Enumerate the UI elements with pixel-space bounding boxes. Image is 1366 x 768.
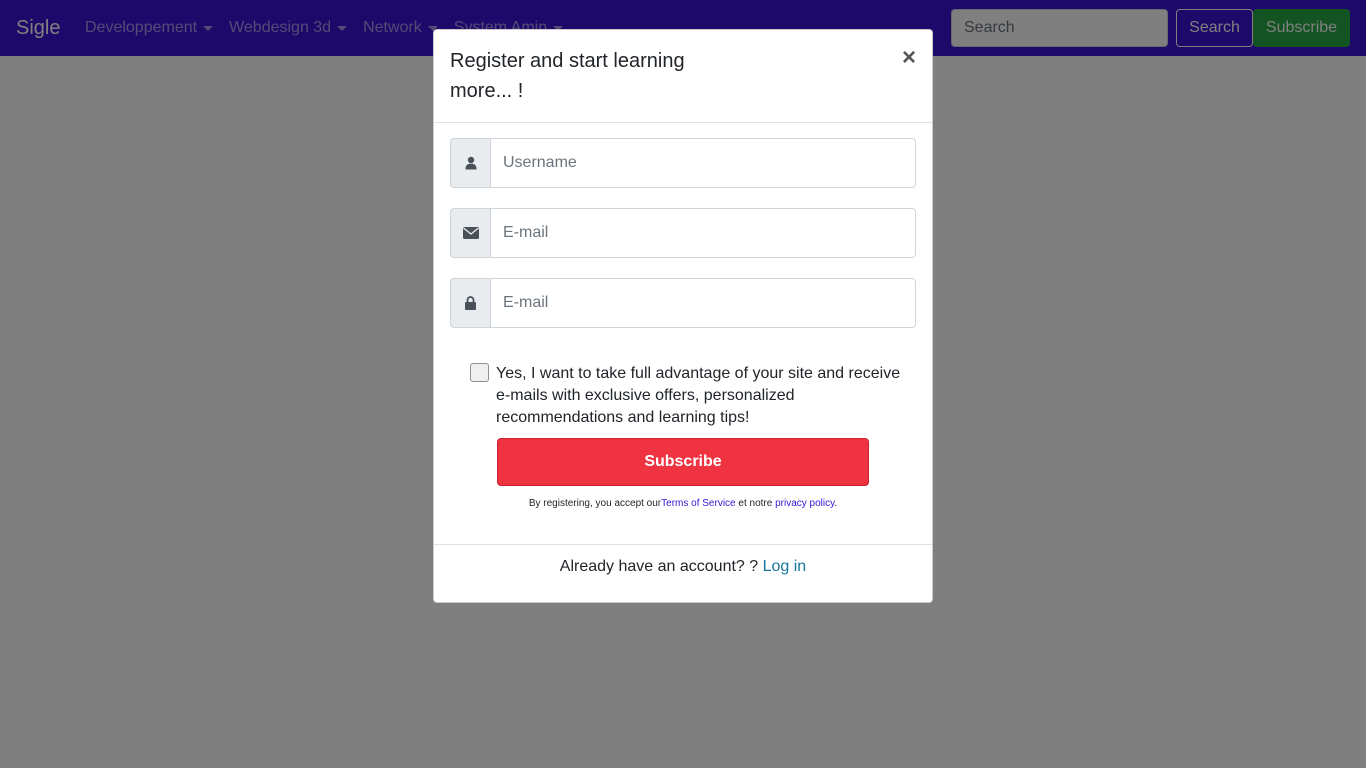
footer-text: Already have an account? ?: [559, 558, 763, 575]
terms-notice: By registering, you accept ourTerms of S…: [434, 498, 932, 510]
password-field[interactable]: [490, 278, 916, 328]
user-icon: [450, 138, 490, 188]
subscribe-button[interactable]: Subscribe: [497, 438, 869, 486]
modal-footer: Already have an account? ? Log in: [434, 544, 932, 602]
lock-icon: [450, 278, 490, 328]
login-link[interactable]: Log in: [763, 558, 807, 575]
consent-checkbox[interactable]: [470, 363, 489, 382]
terms-suffix: .: [834, 498, 838, 509]
envelope-icon: [450, 208, 490, 258]
username-group: [450, 138, 916, 188]
register-modal: Register and start learning more... ! × …: [433, 29, 933, 603]
close-button[interactable]: ×: [896, 44, 922, 72]
modal-title: Register and start learning more... !: [450, 50, 685, 102]
modal-header: Register and start learning more... ! ×: [434, 30, 932, 123]
privacy-policy-link[interactable]: privacy policy: [775, 498, 834, 509]
consent-label[interactable]: Yes, I want to take full advantage of yo…: [496, 363, 910, 429]
password-group: [450, 278, 916, 328]
terms-middle: et notre: [735, 498, 776, 509]
terms-prefix: By registering, you accept our: [528, 498, 662, 509]
username-field[interactable]: [490, 138, 916, 188]
email-group: [450, 208, 916, 258]
email-field[interactable]: [490, 208, 916, 258]
terms-of-service-link[interactable]: Terms of Service: [661, 498, 735, 509]
